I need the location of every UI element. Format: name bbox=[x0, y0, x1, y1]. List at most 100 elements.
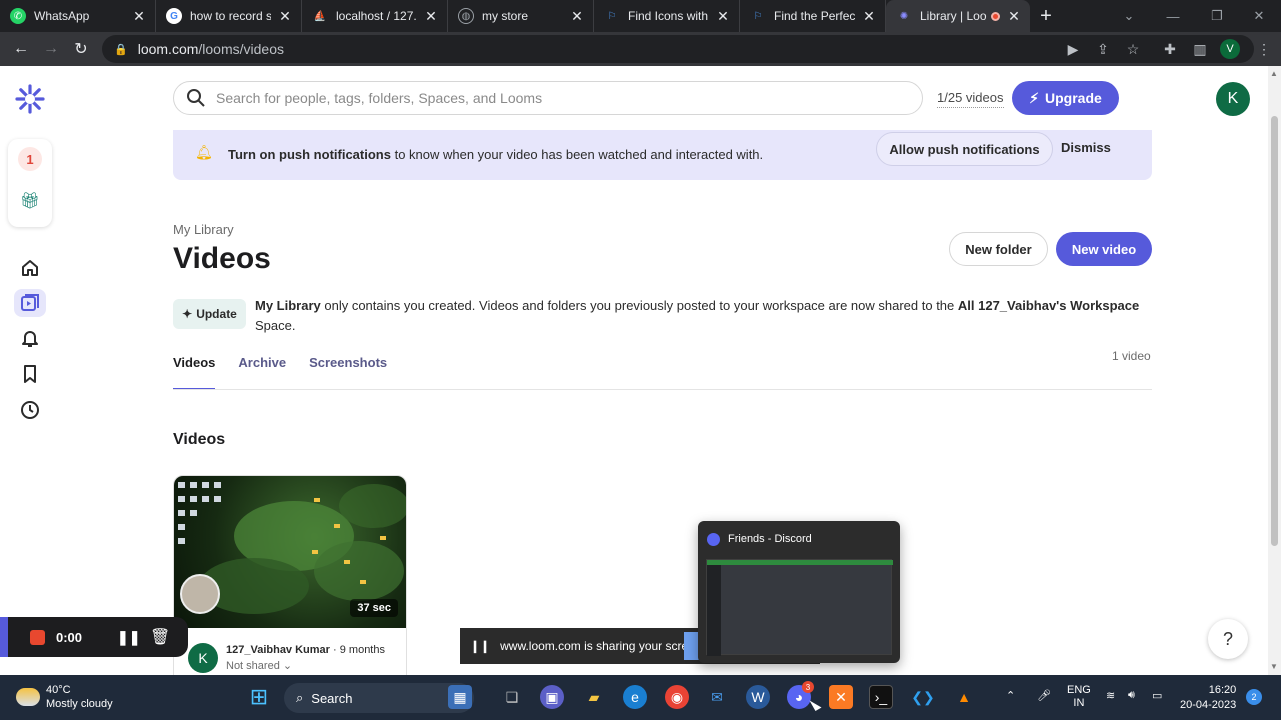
sharing-message: www.loom.com is sharing your screen. bbox=[500, 639, 705, 653]
browser-tab-loom[interactable]: ✺ Library | Loo ✕ bbox=[886, 0, 1030, 32]
tab-screenshots[interactable]: Screenshots bbox=[309, 352, 387, 390]
allow-push-notifications-button[interactable]: Allow push notifications bbox=[876, 132, 1053, 166]
scrollbar-thumb[interactable] bbox=[1271, 116, 1278, 546]
taskbar-clock[interactable]: 16:20 20-04-2023 bbox=[1180, 683, 1236, 713]
library-tabs: Videos Archive Screenshots bbox=[173, 352, 387, 390]
teams-chat-icon[interactable]: ▣ bbox=[540, 685, 564, 709]
camera-icon[interactable]: ▶ bbox=[1063, 39, 1083, 59]
terminal-icon[interactable]: ›_ bbox=[869, 685, 893, 709]
chevron-up-icon[interactable]: ⌃ bbox=[1006, 689, 1015, 702]
more-menu-icon[interactable]: ⋮ bbox=[1254, 39, 1274, 59]
browser-tab-find-perfect[interactable]: ⚐ Find the Perfect I ✕ bbox=[740, 0, 886, 32]
browser-tab-localhost[interactable]: ⛵ localhost / 127.0. ✕ bbox=[302, 0, 448, 32]
tab-title: localhost / 127.0. bbox=[336, 9, 417, 23]
weather-condition: Mostly cloudy bbox=[46, 698, 113, 710]
wifi-icon[interactable]: ≋ bbox=[1106, 689, 1115, 702]
search-bar bbox=[173, 81, 923, 115]
upgrade-button[interactable]: ⚡︎ Upgrade bbox=[1012, 81, 1119, 115]
recording-timer: 0:00 bbox=[56, 630, 83, 645]
task-view-icon[interactable]: ❏ bbox=[500, 685, 524, 709]
back-icon[interactable]: ← bbox=[6, 34, 36, 64]
sidebar-card: 1 🎁︎ bbox=[8, 139, 52, 227]
taskbar-search[interactable]: ⌕ Search bbox=[284, 683, 474, 713]
pause-icon[interactable]: ❚❚ bbox=[117, 629, 140, 646]
minimize-icon[interactable]: — bbox=[1151, 0, 1195, 32]
dismiss-button[interactable]: Dismiss bbox=[1061, 140, 1111, 155]
vscode-icon[interactable]: ❮❯ bbox=[911, 685, 935, 709]
close-icon[interactable]: ✕ bbox=[715, 8, 731, 25]
url-host: loom.com bbox=[137, 41, 199, 57]
windows-start-icon[interactable]: ⊞ bbox=[247, 684, 271, 709]
browser-tab-google[interactable]: G how to record sc ✕ bbox=[156, 0, 302, 32]
vlc-icon[interactable]: ▲ bbox=[952, 685, 976, 709]
extensions-icon[interactable]: ✚ bbox=[1160, 39, 1180, 59]
word-icon[interactable]: W bbox=[746, 685, 770, 709]
trash-icon[interactable]: 🗑︎ bbox=[150, 627, 170, 647]
video-quota[interactable]: 1/25 videos bbox=[937, 90, 1004, 108]
recording-controls-handle[interactable] bbox=[0, 617, 8, 657]
new-video-button[interactable]: New video bbox=[1056, 232, 1152, 266]
notification-center-badge[interactable]: 2 bbox=[1246, 689, 1262, 705]
file-explorer-icon[interactable]: ▰ bbox=[582, 685, 606, 709]
home-icon[interactable] bbox=[18, 256, 42, 280]
discord-window-preview[interactable]: Friends - Discord bbox=[698, 521, 900, 663]
region-code: IN bbox=[1073, 697, 1085, 709]
user-avatar[interactable]: K bbox=[1216, 82, 1250, 116]
tab-videos[interactable]: Videos bbox=[173, 352, 216, 390]
notification-count-badge[interactable]: 1 bbox=[18, 147, 42, 171]
bookmark-icon[interactable] bbox=[18, 362, 42, 386]
weather-widget[interactable]: 40°C Mostly cloudy bbox=[16, 683, 113, 711]
search-input[interactable] bbox=[216, 90, 816, 106]
language-indicator[interactable]: ENG IN bbox=[1067, 684, 1091, 710]
loom-logo-icon[interactable] bbox=[15, 84, 45, 114]
maximize-icon[interactable]: ❐ bbox=[1195, 0, 1239, 32]
close-icon[interactable]: ✕ bbox=[423, 8, 439, 25]
close-icon[interactable]: ✕ bbox=[277, 8, 293, 25]
star-icon[interactable]: ☆ bbox=[1123, 39, 1143, 59]
library-info-text: My Library only contains you created. Vi… bbox=[255, 296, 1155, 336]
close-icon[interactable]: ✕ bbox=[131, 8, 147, 25]
new-tab-button[interactable]: + bbox=[1030, 0, 1062, 32]
stop-recording-button[interactable] bbox=[30, 630, 45, 645]
edge-icon[interactable]: e bbox=[623, 685, 647, 709]
browser-tab-find-icons[interactable]: ⚐ Find Icons with th ✕ bbox=[594, 0, 740, 32]
tab-search-icon[interactable]: ⌄ bbox=[1107, 0, 1151, 32]
breadcrumb[interactable]: My Library bbox=[173, 222, 234, 237]
browser-tab-my-store[interactable]: ◍ my store ✕ bbox=[448, 0, 594, 32]
close-icon[interactable]: ✕ bbox=[861, 8, 877, 25]
share-status-dropdown[interactable]: Not shared ⌄ bbox=[226, 659, 292, 672]
tab-archive[interactable]: Archive bbox=[238, 352, 286, 390]
browser-profile-avatar[interactable]: V bbox=[1220, 39, 1240, 59]
close-window-icon[interactable]: ✕ bbox=[1237, 0, 1281, 32]
new-folder-button[interactable]: New folder bbox=[949, 232, 1048, 266]
update-badge[interactable]: ✦ Update bbox=[173, 299, 246, 329]
share-status: Not shared bbox=[226, 660, 280, 672]
close-icon[interactable]: ✕ bbox=[569, 8, 585, 25]
mail-icon[interactable]: ✉ bbox=[705, 685, 729, 709]
video-thumbnail[interactable]: 37 sec bbox=[174, 476, 406, 628]
browser-tab-whatsapp[interactable]: ✆ WhatsApp ✕ bbox=[0, 0, 156, 32]
help-button[interactable]: ? bbox=[1208, 619, 1248, 659]
bell-icon[interactable] bbox=[18, 326, 42, 350]
banner-message-text: to know when your video has been watched… bbox=[390, 147, 764, 162]
video-card[interactable]: 37 sec K 127_Vaibhav Kumar · 9 months No… bbox=[173, 475, 407, 675]
library-icon[interactable] bbox=[14, 289, 46, 317]
share-icon[interactable]: ⇪ bbox=[1093, 39, 1113, 59]
side-panel-icon[interactable]: ▥ bbox=[1190, 39, 1210, 59]
close-icon[interactable]: ✕ bbox=[1006, 8, 1022, 25]
page-scrollbar[interactable]: ▲ ▼ bbox=[1268, 66, 1281, 675]
scroll-down-icon[interactable]: ▼ bbox=[1270, 662, 1278, 671]
history-icon[interactable] bbox=[18, 398, 42, 422]
reload-icon[interactable]: ↻ bbox=[66, 34, 96, 64]
microphone-icon[interactable]: 🎤︎ bbox=[1037, 689, 1051, 702]
clock-time: 16:20 bbox=[1208, 684, 1237, 696]
info-text: only contains you created. Videos and fo… bbox=[320, 298, 958, 313]
volume-icon[interactable]: 🔊︎ bbox=[1128, 689, 1135, 702]
widgets-icon[interactable]: ▦ bbox=[448, 685, 472, 709]
scroll-up-icon[interactable]: ▲ bbox=[1270, 69, 1278, 78]
chrome-icon[interactable]: ◉ bbox=[665, 685, 689, 709]
xampp-icon[interactable]: ✕ bbox=[829, 685, 853, 709]
gift-icon[interactable]: 🎁︎ bbox=[20, 191, 40, 211]
forward-icon[interactable]: → bbox=[36, 34, 66, 64]
battery-icon[interactable]: ▭ bbox=[1152, 689, 1162, 702]
